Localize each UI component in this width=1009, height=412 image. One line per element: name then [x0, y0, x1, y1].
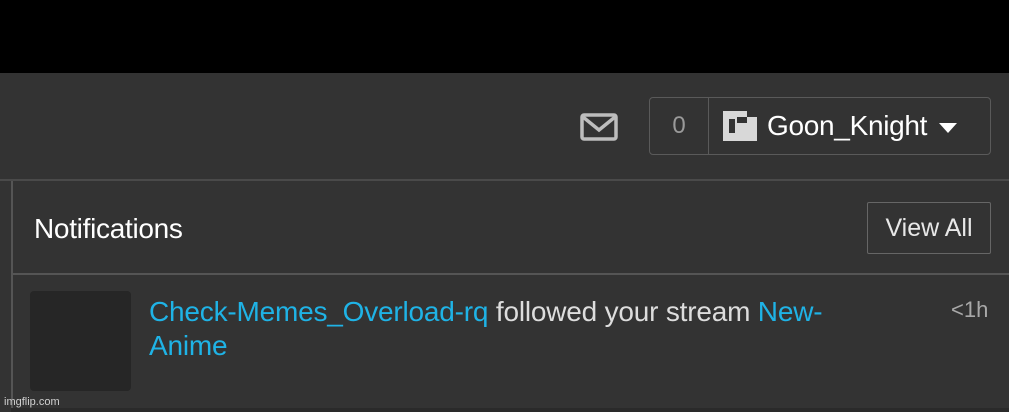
- user-dropdown-button[interactable]: Goon_Knight: [709, 98, 990, 154]
- view-all-button[interactable]: View All: [867, 202, 991, 254]
- notification-text: Check-Memes_Overload-rq followed your st…: [149, 295, 909, 363]
- watermark: imgflip.com: [4, 396, 60, 408]
- avatar[interactable]: [30, 291, 131, 391]
- left-gutter: [0, 181, 11, 412]
- actor-link[interactable]: Check-Memes_Overload-rq: [149, 296, 488, 327]
- notification-item[interactable]: Check-Memes_Overload-rq followed your st…: [13, 275, 1009, 412]
- envelope-icon[interactable]: [580, 112, 618, 142]
- user-logo-icon: [723, 111, 757, 141]
- notifications-title: Notifications: [34, 213, 183, 244]
- notifications-header: Notifications View All: [13, 181, 1009, 275]
- username: Goon_Knight: [767, 110, 928, 141]
- stream-link-part2[interactable]: Anime: [149, 330, 228, 361]
- user-menu[interactable]: 0 Goon_Knight: [649, 97, 991, 155]
- caret-down-icon: [939, 123, 958, 133]
- bottom-divider: [11, 408, 1009, 412]
- notification-action: followed your stream: [488, 296, 758, 327]
- header-bar: 0 Goon_Knight: [0, 73, 1009, 181]
- notification-count[interactable]: 0: [650, 98, 709, 154]
- top-black-bar: [0, 0, 1009, 73]
- notifications-panel: Notifications View All Check-Memes_Overl…: [11, 181, 1009, 412]
- notification-time: <1h: [951, 297, 989, 322]
- stream-link-part1[interactable]: New-: [758, 296, 823, 327]
